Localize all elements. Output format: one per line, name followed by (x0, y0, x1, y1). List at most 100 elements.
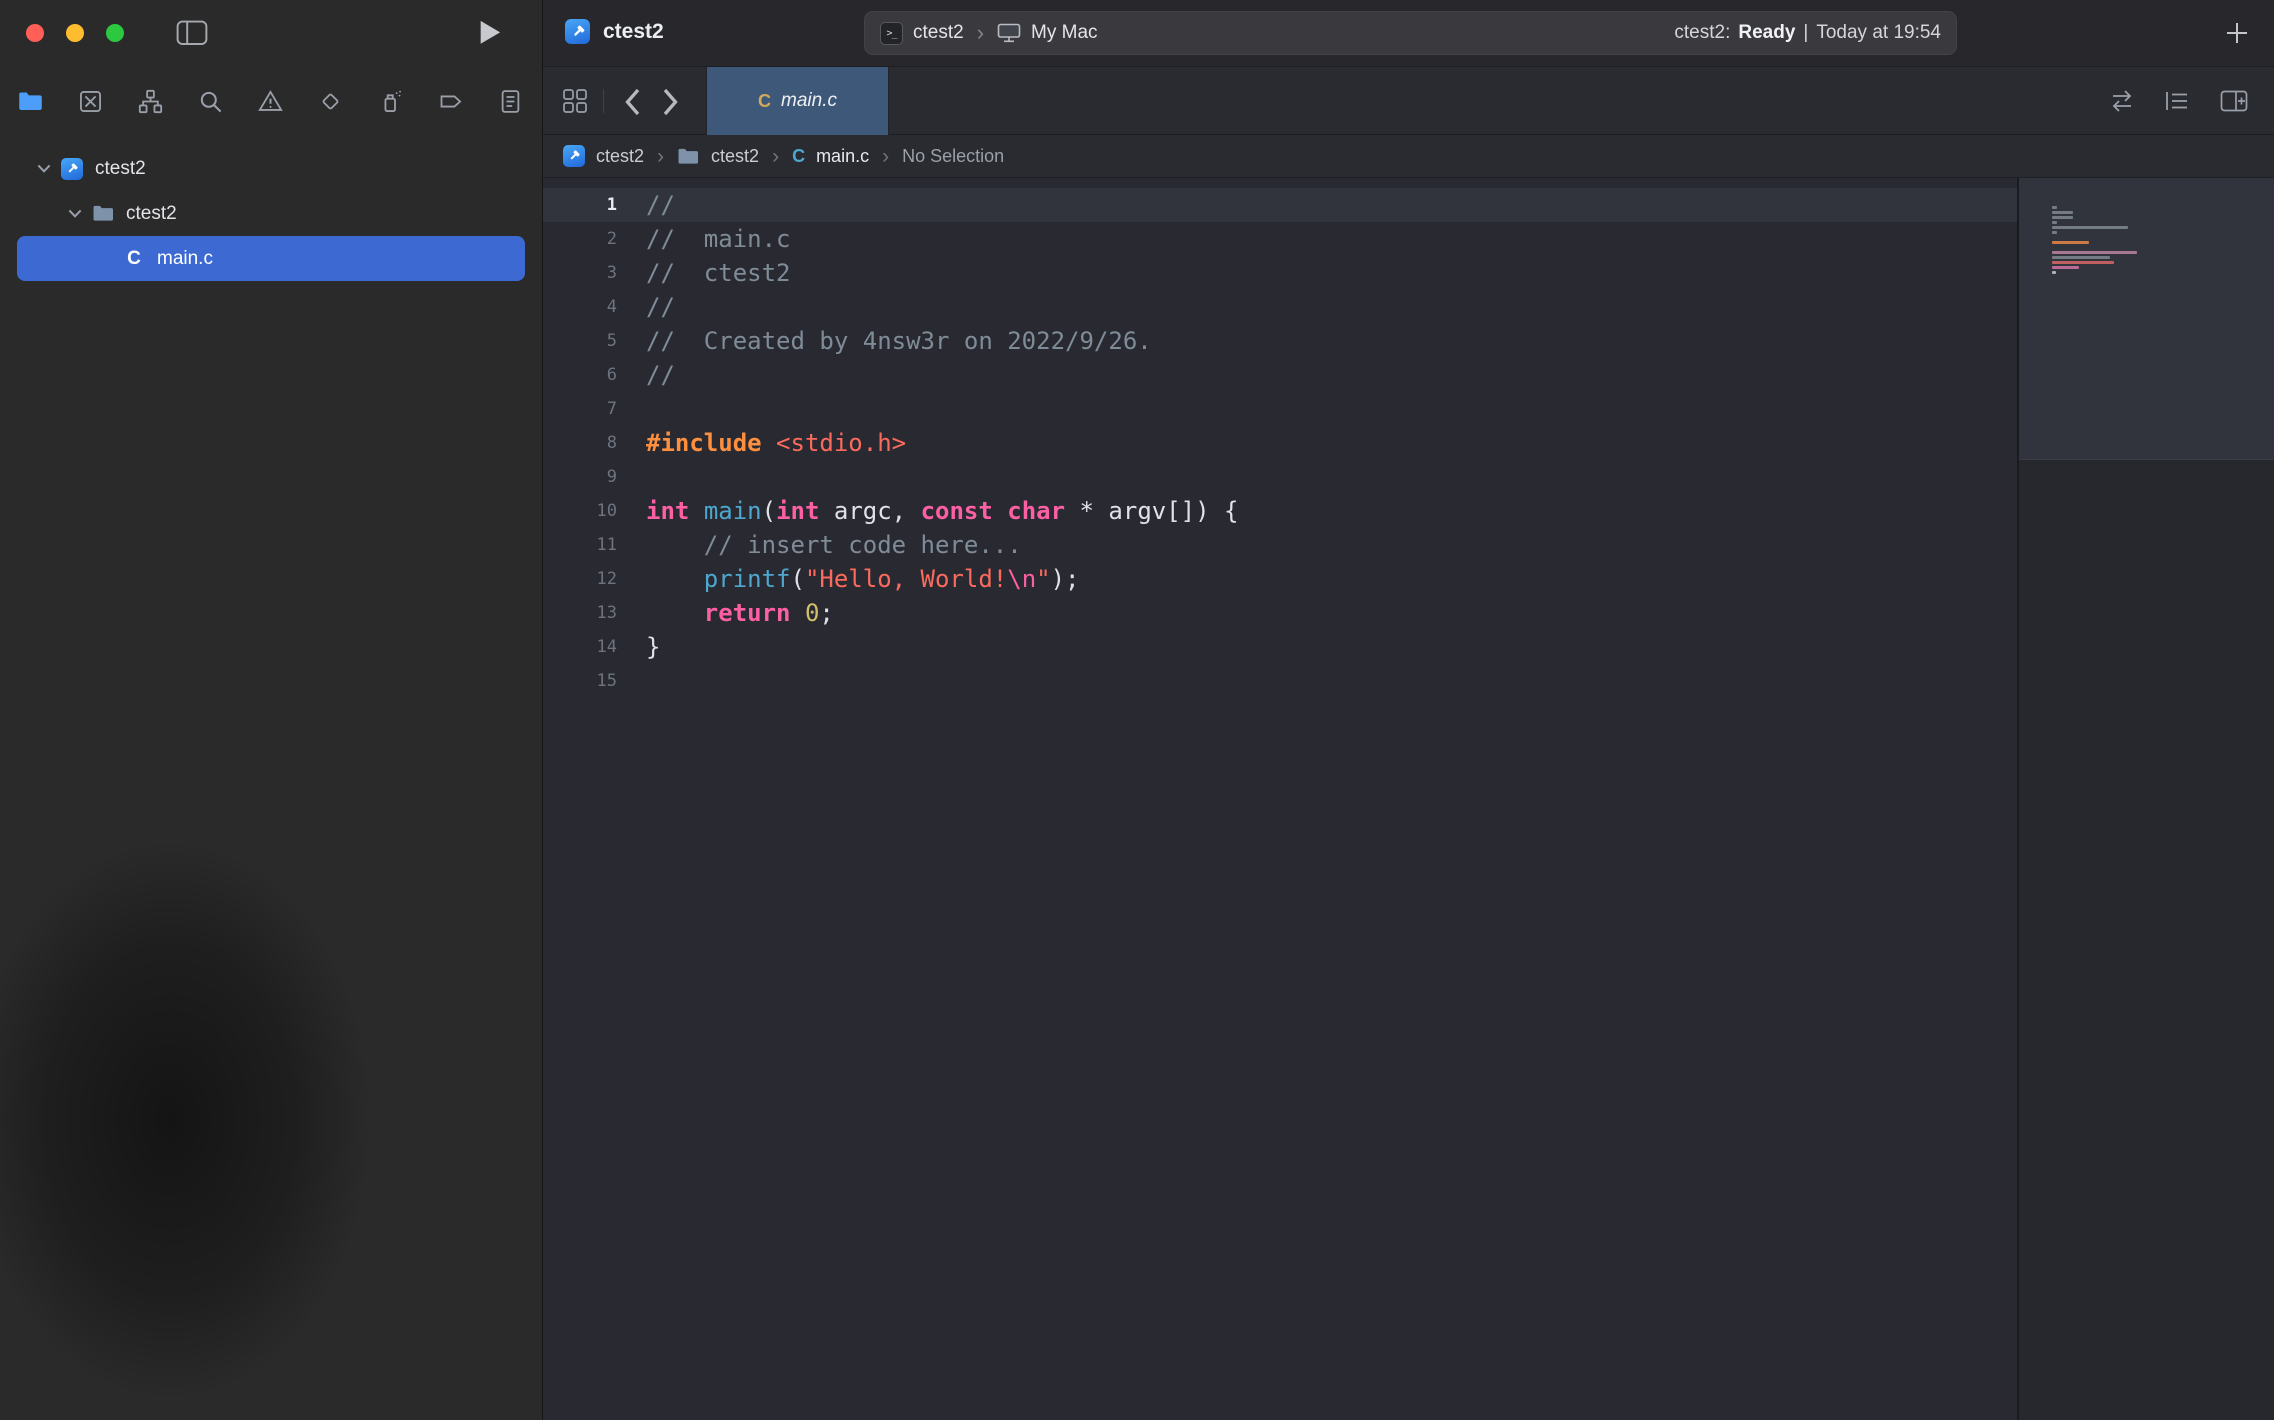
tree-item-ctest2[interactable]: ctest2 (17, 191, 525, 236)
code-line-15[interactable]: 15 (543, 664, 2017, 698)
tests-navigator-icon[interactable] (316, 87, 344, 115)
code-line-9[interactable]: 9 (543, 460, 2017, 494)
status-project: ctest2: (1674, 22, 1730, 44)
swap-editors-icon[interactable] (2108, 90, 2136, 112)
close-button[interactable] (26, 24, 44, 42)
code-text: printf("Hello, World!\n"); (646, 565, 1080, 593)
activity-view[interactable]: >_ ctest2 › My Mac ctest2: Ready (864, 11, 1957, 55)
editor-options-icon[interactable] (2164, 90, 2190, 112)
code-line-14[interactable]: 14} (543, 630, 2017, 664)
minimap-line (2052, 271, 2056, 274)
code-text: #include <stdio.h> (646, 429, 906, 457)
window-shadow (0, 730, 450, 1420)
code-text: return 0; (646, 599, 834, 627)
chevron-separator-icon: › (772, 146, 779, 167)
symbols-navigator-icon[interactable] (136, 87, 164, 115)
tab-bar: C main.c (543, 67, 2274, 135)
project-navigator-icon[interactable] (16, 87, 44, 115)
disclosure-chevron-icon[interactable] (31, 164, 57, 173)
build-status: ctest2: Ready | Today at 19:54 (1674, 12, 1941, 54)
code-editor[interactable]: 1// 2 // main.c 3// ctest2 4 // 5// Created by… (543, 178, 2017, 1420)
code-line-12[interactable]: 12 printf("Hello, World!\n"); (543, 562, 2017, 596)
tree-item-label: ctest2 (95, 158, 146, 180)
add-icon[interactable] (2224, 20, 2250, 46)
sidebar: ctest2 ctest2 Cmain.c (0, 0, 542, 1420)
code-line-7[interactable]: 7 (543, 392, 2017, 426)
minimize-button[interactable] (66, 24, 84, 42)
code-text: // (646, 361, 675, 389)
minimap-code-bars (2052, 206, 2137, 281)
code-text: // insert code here... (646, 531, 1022, 559)
code-line-8[interactable]: 8 #include <stdio.h> (543, 426, 2017, 460)
code-text: // (646, 293, 675, 321)
status-state: Ready (1738, 22, 1795, 44)
status-time: Today at 19:54 (1816, 22, 1941, 44)
search-navigator-icon[interactable] (196, 87, 224, 115)
destination-name[interactable]: My Mac (1031, 22, 1098, 44)
tree-item-ctest2[interactable]: ctest2 (17, 146, 525, 191)
tab-main-c[interactable]: C main.c (706, 67, 889, 135)
code-line-2[interactable]: 2 // main.c (543, 222, 2017, 256)
line-number: 11 (543, 535, 617, 555)
toolbar-divider (603, 89, 604, 113)
code-line-13[interactable]: 13 return 0; (543, 596, 2017, 630)
code-line-6[interactable]: 6// (543, 358, 2017, 392)
jump-bar-item[interactable]: ctest2 (711, 146, 759, 167)
minimap-line (2052, 211, 2073, 214)
jump-bar-item[interactable]: ctest2 (596, 146, 644, 167)
tree-item-label: main.c (157, 248, 213, 270)
debug-navigator-icon[interactable] (376, 87, 404, 115)
related-items-grid-icon[interactable] (562, 88, 588, 114)
jump-bar-item[interactable]: No Selection (902, 146, 1004, 167)
add-editor-icon[interactable] (2220, 90, 2248, 112)
navigator-bar (16, 74, 524, 128)
minimap[interactable] (2017, 178, 2274, 1420)
code-line-11[interactable]: 11 // insert code here... (543, 528, 2017, 562)
jump-bar: ctest2›ctest2›Cmain.c›No Selection (543, 135, 2274, 178)
line-number: 12 (543, 569, 617, 589)
minimap-line (2052, 241, 2089, 244)
back-chevron-icon[interactable] (623, 87, 641, 115)
minimap-line (2052, 231, 2057, 234)
toggle-sidebar-icon[interactable] (176, 20, 208, 46)
forward-chevron-icon[interactable] (662, 87, 680, 115)
run-icon[interactable] (478, 19, 502, 47)
line-number: 10 (543, 501, 617, 521)
window-title: ctest2 (603, 20, 664, 44)
chevron-separator-icon: › (657, 146, 664, 167)
line-number: 8 (543, 433, 617, 453)
code-text: } (646, 633, 660, 661)
code-text: // (646, 191, 675, 219)
minimap-line (2052, 266, 2079, 269)
breakpoints-navigator-icon[interactable] (436, 87, 464, 115)
computer-icon (997, 23, 1021, 43)
jump-bar-item[interactable]: main.c (816, 146, 869, 167)
code-line-4[interactable]: 4 // (543, 290, 2017, 324)
line-number: 2 (543, 229, 617, 249)
tree-item-label: ctest2 (126, 203, 177, 225)
minimap-line (2052, 226, 2128, 229)
reports-navigator-icon[interactable] (496, 87, 524, 115)
minimap-line (2052, 251, 2137, 254)
minimap-line (2052, 206, 2057, 209)
main-area: ctest2 >_ ctest2 › My Mac (542, 0, 2274, 1420)
disclosure-chevron-icon[interactable] (62, 209, 88, 218)
line-number: 3 (543, 263, 617, 283)
toolbar: ctest2 >_ ctest2 › My Mac (543, 0, 2274, 67)
code-text: // main.c (646, 225, 791, 253)
minimap-line (2052, 216, 2073, 219)
minimap-line (2052, 256, 2110, 259)
tree-item-main-c[interactable]: Cmain.c (17, 236, 525, 281)
zoom-button[interactable] (106, 24, 124, 42)
scheme-name[interactable]: ctest2 (913, 22, 964, 44)
c-file-icon: C (792, 146, 805, 167)
source-control-navigator-icon[interactable] (76, 87, 104, 115)
issues-navigator-icon[interactable] (256, 87, 284, 115)
line-number: 4 (543, 297, 617, 317)
code-line-10[interactable]: 10int main(int argc, const char * argv[]… (543, 494, 2017, 528)
code-line-5[interactable]: 5// Created by 4nsw3r on 2022/9/26. (543, 324, 2017, 358)
scheme-selector[interactable]: >_ ctest2 › My Mac (865, 12, 1098, 54)
code-line-1[interactable]: 1// (543, 188, 2017, 222)
line-number: 14 (543, 637, 617, 657)
code-line-3[interactable]: 3// ctest2 (543, 256, 2017, 290)
